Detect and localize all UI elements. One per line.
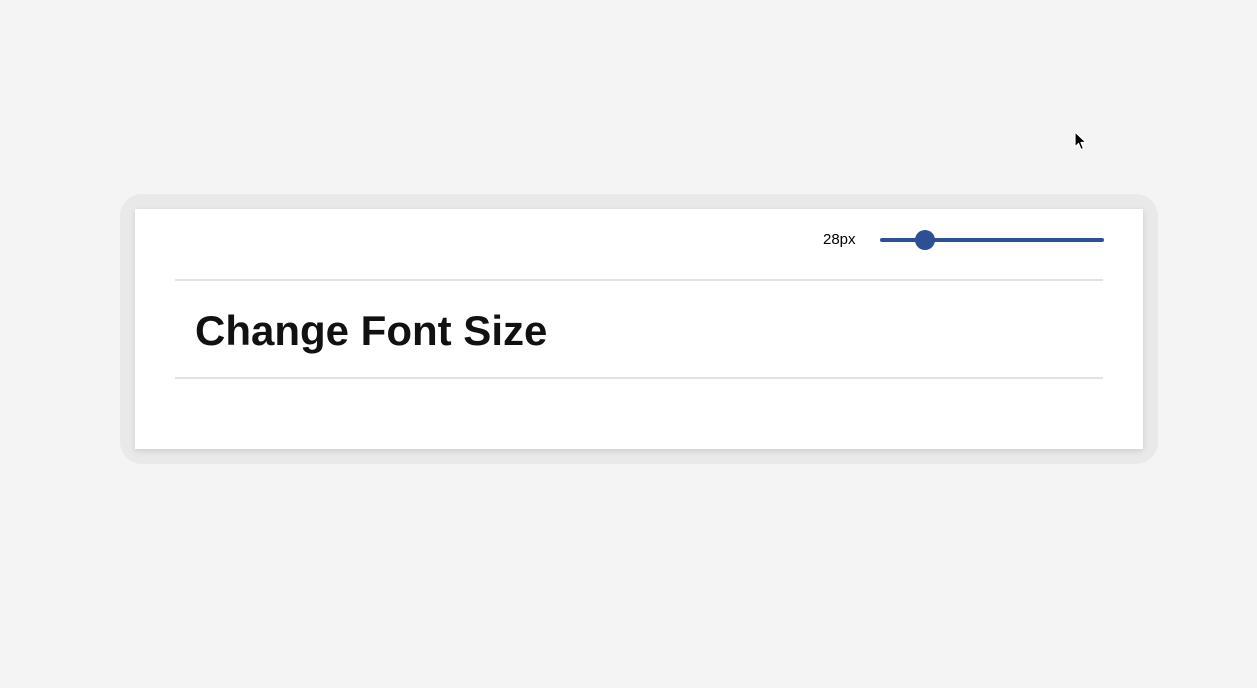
- slider-thumb[interactable]: [915, 230, 935, 250]
- font-size-toolbar: 28px: [135, 209, 1143, 271]
- font-size-card: 28px Change Font Size: [135, 209, 1143, 449]
- sample-heading: Change Font Size: [195, 307, 548, 354]
- font-size-value-label: 28px: [823, 231, 856, 248]
- font-size-slider[interactable]: [880, 229, 1104, 251]
- slider-track[interactable]: [880, 238, 1104, 242]
- top-divider: [175, 279, 1103, 281]
- bottom-divider: [175, 377, 1103, 379]
- mouse-pointer-icon: [1074, 131, 1088, 156]
